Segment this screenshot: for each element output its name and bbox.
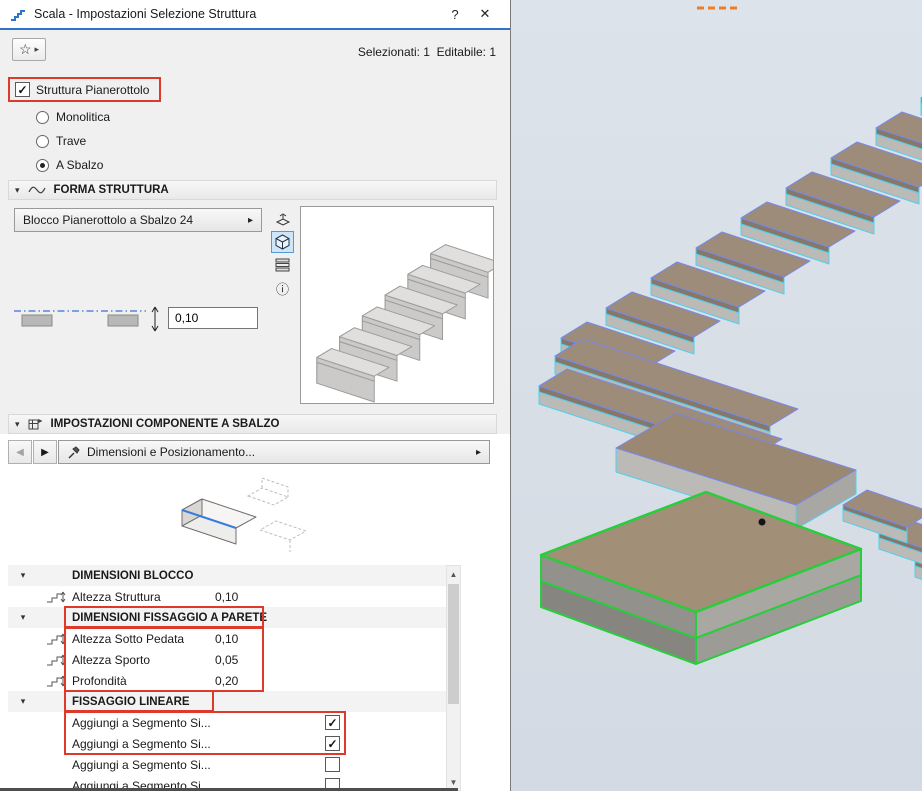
scroll-up-icon[interactable]: ▲ bbox=[447, 566, 460, 582]
table-row[interactable]: Altezza Sotto Pedata 0,10 bbox=[8, 628, 446, 649]
component-settings-icon bbox=[28, 418, 43, 430]
section-title: IMPOSTAZIONI COMPONENTE A SBALZO bbox=[51, 418, 280, 430]
param-label: Aggiungi a Segmento Si... bbox=[72, 716, 211, 730]
table-row[interactable]: ▾ FISSAGGIO LINEARE bbox=[8, 691, 446, 712]
symbolic-view-button[interactable] bbox=[271, 208, 294, 230]
dimension-icon bbox=[44, 674, 66, 688]
next-page-button[interactable]: ▶ bbox=[33, 440, 57, 464]
parameter-table: ▾ DIMENSIONI BLOCCO Altezza Struttura 0,… bbox=[8, 565, 446, 791]
help-button[interactable]: ? bbox=[440, 7, 470, 22]
dialog-titlebar[interactable]: Scala - Impostazioni Selezione Struttura… bbox=[0, 0, 510, 30]
checkbox-mark: ✓ bbox=[327, 737, 337, 751]
checkbox-mark: ✓ bbox=[327, 716, 337, 730]
param-label: Altezza Sporto bbox=[72, 653, 150, 667]
arrow-left-icon: ◀ bbox=[16, 447, 24, 458]
checkbox-label: Struttura Pianerottolo bbox=[36, 83, 149, 97]
collapse-icon[interactable]: ▾ bbox=[8, 612, 38, 623]
thickness-input[interactable] bbox=[168, 307, 258, 329]
selection-status: Selezionati: 1 Editabile: 1 bbox=[358, 45, 496, 59]
radio-label: Monolitica bbox=[56, 110, 110, 124]
symbolic-view-icon bbox=[275, 212, 291, 226]
param-label: Aggiungi a Segmento Si... bbox=[72, 737, 211, 751]
group-label: DIMENSIONI FISSAGGIO A PARETE bbox=[72, 612, 267, 624]
caret-right-icon: ▸ bbox=[476, 447, 481, 458]
param-value[interactable]: 0,10 bbox=[215, 590, 238, 604]
info-button[interactable]: ⓘ bbox=[271, 277, 294, 299]
cube-3d-icon bbox=[275, 234, 290, 250]
row-checkbox[interactable]: ✓ bbox=[325, 715, 340, 730]
structure-preview-pane bbox=[300, 206, 494, 404]
dropdown-value: Dimensioni e Posizionamento... bbox=[87, 445, 255, 459]
collapse-icon[interactable]: ▾ bbox=[8, 570, 38, 581]
stair-settings-dialog: Scala - Impostazioni Selezione Struttura… bbox=[0, 0, 511, 791]
group-label: FISSAGGIO LINEARE bbox=[72, 696, 190, 708]
caret-right-icon: ▸ bbox=[248, 215, 253, 226]
param-label: Aggiungi a Segmento Si... bbox=[72, 758, 211, 772]
section-view-button[interactable] bbox=[271, 254, 294, 276]
param-value[interactable]: 0,20 bbox=[215, 674, 238, 688]
close-button[interactable]: ✕ bbox=[470, 6, 500, 22]
3d-view[interactable] bbox=[511, 0, 922, 791]
param-label: Profondità bbox=[72, 674, 127, 688]
radio-circle-selected bbox=[36, 159, 49, 172]
dimension-icon bbox=[44, 590, 66, 604]
table-row[interactable]: ▾ DIMENSIONI BLOCCO bbox=[8, 565, 446, 586]
param-label: Altezza Sotto Pedata bbox=[72, 632, 184, 646]
prev-page-button[interactable]: ◀ bbox=[8, 440, 32, 464]
radio-circle bbox=[36, 135, 49, 148]
param-value[interactable]: 0,10 bbox=[215, 632, 238, 646]
stairs-3d-scene bbox=[511, 0, 922, 791]
radio-monolitica[interactable]: Monolitica bbox=[36, 109, 110, 125]
collapse-icon[interactable]: ▾ bbox=[15, 185, 20, 196]
radio-label: A Sbalzo bbox=[56, 158, 103, 172]
section-header-forma[interactable]: ▾ FORMA STRUTTURA bbox=[8, 180, 497, 200]
favorites-button[interactable]: ☆ ▸ bbox=[12, 38, 46, 61]
caret-right-icon: ▸ bbox=[35, 44, 40, 55]
table-row[interactable]: ▾ DIMENSIONI FISSAGGIO A PARETE bbox=[8, 607, 446, 628]
group-label: DIMENSIONI BLOCCO bbox=[72, 570, 193, 582]
row-checkbox[interactable] bbox=[325, 757, 340, 772]
param-value[interactable]: 0,05 bbox=[215, 653, 238, 667]
table-row[interactable]: Altezza Struttura 0,10 bbox=[8, 586, 446, 607]
table-scrollbar[interactable]: ▲ ▼ bbox=[446, 565, 461, 791]
arrow-right-icon: ▶ bbox=[41, 447, 49, 458]
cantilever-component-sketch bbox=[140, 468, 330, 562]
radio-a-sbalzo[interactable]: A Sbalzo bbox=[36, 157, 103, 173]
collapse-icon[interactable]: ▾ bbox=[8, 696, 38, 707]
dimension-icon bbox=[44, 632, 66, 646]
section-view-icon bbox=[275, 258, 290, 272]
scrollbar-thumb[interactable] bbox=[448, 584, 459, 704]
structure-preview-image bbox=[301, 207, 493, 403]
checkbox-mark: ✓ bbox=[15, 82, 30, 97]
forma-struttura-icon bbox=[28, 185, 46, 195]
dimension-icon bbox=[44, 653, 66, 667]
table-row[interactable]: Profondità 0,20 bbox=[8, 670, 446, 691]
dropdown-value: Blocco Pianerottolo a Sbalzo 24 bbox=[23, 213, 193, 227]
model-3d-view-button[interactable] bbox=[271, 231, 294, 253]
tool-hammer-icon bbox=[67, 446, 80, 459]
application-window: Scala - Impostazioni Selezione Struttura… bbox=[0, 0, 922, 791]
block-type-dropdown[interactable]: Blocco Pianerottolo a Sbalzo 24 ▸ bbox=[14, 208, 262, 232]
table-row[interactable]: Altezza Sporto 0,05 bbox=[8, 649, 446, 670]
thickness-diagram-icon bbox=[12, 304, 164, 334]
param-label: Altezza Struttura bbox=[72, 590, 161, 604]
stair-dialog-icon bbox=[10, 7, 26, 21]
collapse-icon[interactable]: ▾ bbox=[15, 419, 20, 430]
row-checkbox[interactable]: ✓ bbox=[325, 736, 340, 751]
star-icon: ☆ bbox=[19, 41, 32, 58]
hotspot-dot bbox=[759, 519, 766, 526]
radio-trave[interactable]: Trave bbox=[36, 133, 86, 149]
info-icon: ⓘ bbox=[276, 279, 289, 298]
table-row[interactable]: Aggiungi a Segmento Si... ✓ bbox=[8, 733, 446, 754]
radio-circle bbox=[36, 111, 49, 124]
radio-label: Trave bbox=[56, 134, 86, 148]
settings-page-dropdown[interactable]: Dimensioni e Posizionamento... ▸ bbox=[58, 440, 490, 464]
table-row[interactable]: Aggiungi a Segmento Si... bbox=[8, 754, 446, 775]
table-row[interactable]: Aggiungi a Segmento Si... ✓ bbox=[8, 712, 446, 733]
section-title: FORMA STRUTTURA bbox=[54, 184, 169, 196]
dialog-title: Scala - Impostazioni Selezione Struttura bbox=[34, 7, 440, 21]
landing-structure-checkbox[interactable]: ✓ Struttura Pianerottolo bbox=[8, 77, 161, 102]
section-header-component[interactable]: ▾ IMPOSTAZIONI COMPONENTE A SBALZO bbox=[8, 414, 497, 434]
